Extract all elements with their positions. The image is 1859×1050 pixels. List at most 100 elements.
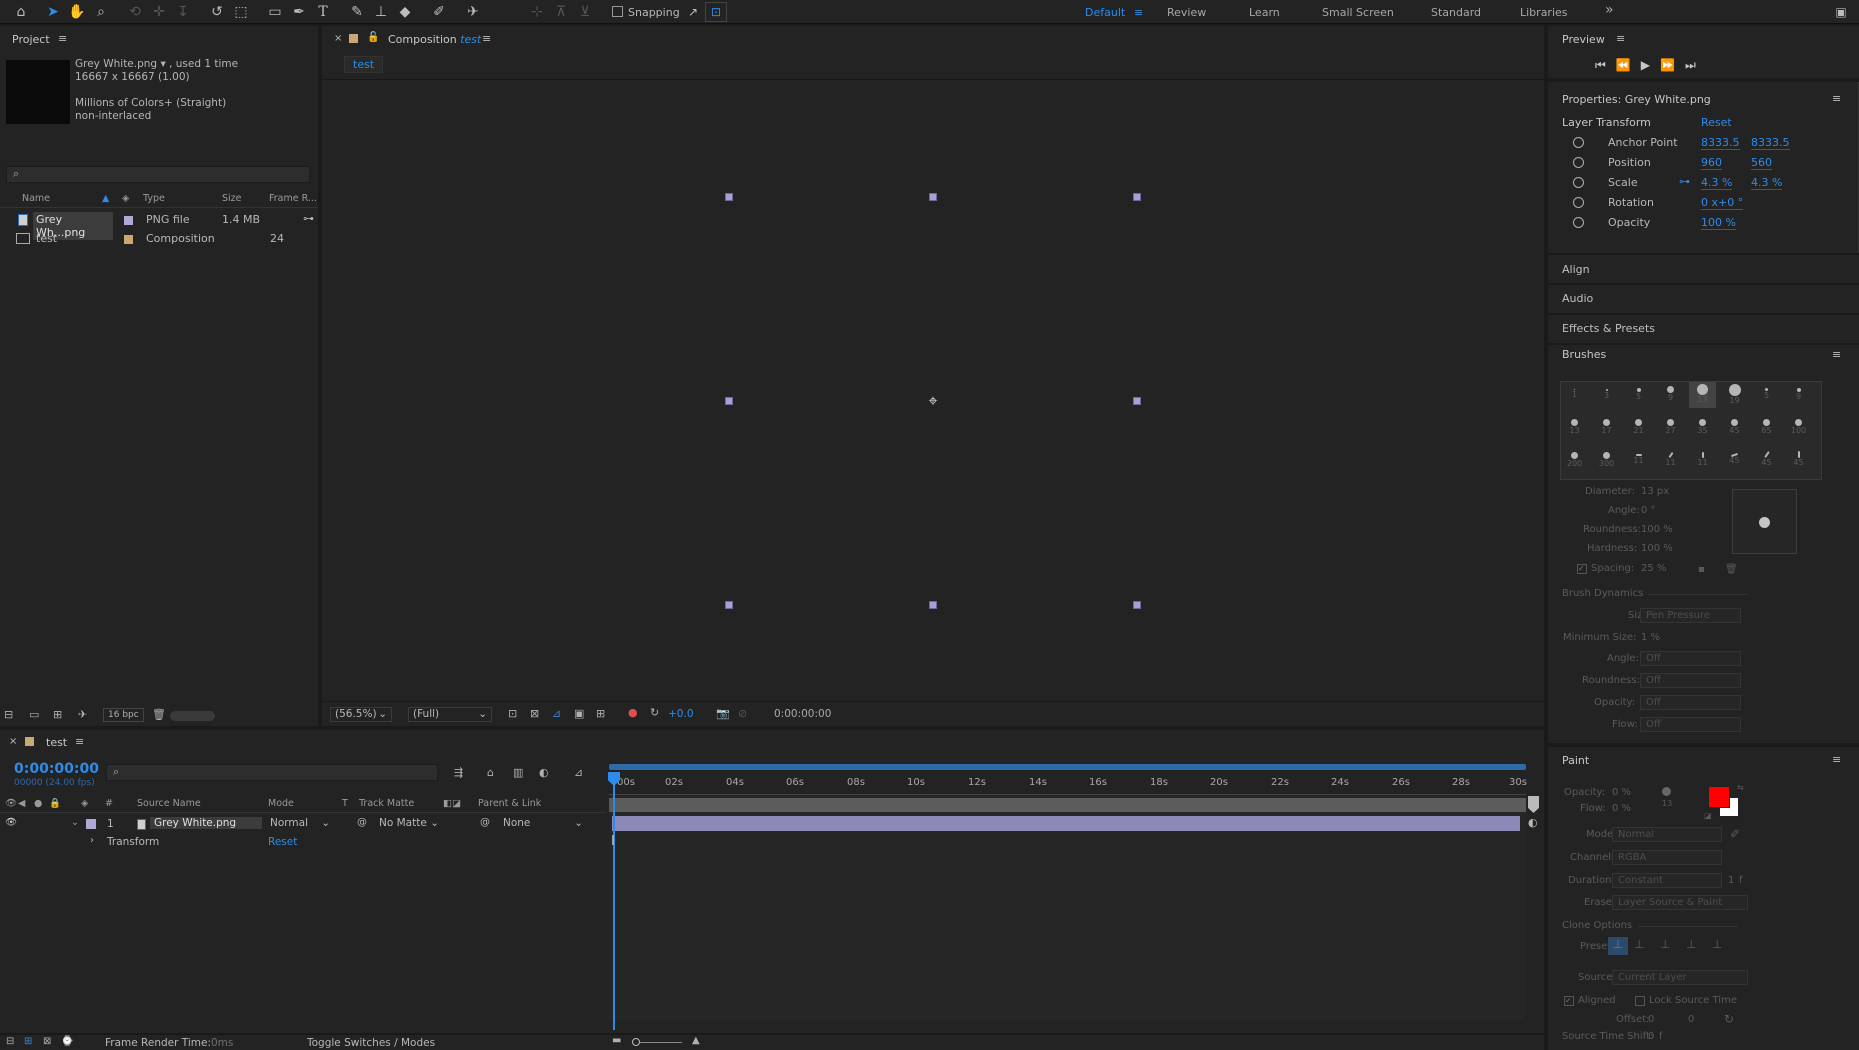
layer-handle[interactable] [1133, 193, 1141, 201]
col-source-name[interactable]: Source Name [137, 798, 201, 809]
zoom-out-icon[interactable]: ▬ [612, 1035, 621, 1046]
label-color-swatch[interactable] [124, 235, 133, 244]
project-panel-title[interactable]: Project [12, 33, 50, 46]
first-frame-icon[interactable]: ⏮ [1595, 58, 1616, 72]
show-snapshot-icon[interactable]: ⊘ [738, 707, 747, 720]
brush-tip[interactable]: 27 [1657, 415, 1684, 441]
workspace-small-screen[interactable]: Small Screen [1322, 6, 1394, 19]
layer-transform-reset[interactable]: Reset [1701, 116, 1732, 129]
col-name[interactable]: Name [22, 193, 50, 204]
render-time-icon[interactable]: ⌚ [61, 1036, 73, 1047]
comp-panel-menu-icon[interactable]: ≡ [482, 32, 491, 45]
properties-menu-icon[interactable]: ≡ [1832, 92, 1841, 105]
expand-transform-icon[interactable]: › [90, 835, 94, 846]
workspace-standard[interactable]: Standard [1431, 6, 1481, 19]
layer-label-swatch[interactable] [86, 819, 96, 829]
eraser-tool-icon[interactable]: ◆ [394, 2, 416, 22]
dyn-angle-dropdown[interactable]: Off [1640, 651, 1741, 666]
anchor-point-icon[interactable]: ⌖ [924, 392, 942, 410]
reset-offset-icon[interactable]: ↻ [1724, 1012, 1734, 1026]
matte-icons[interactable]: ◧◪ [443, 798, 461, 809]
zoom-dropdown[interactable]: (56.5%) ⌄ [330, 707, 392, 722]
next-frame-icon[interactable]: ⏩ [1660, 58, 1685, 72]
workspace-review[interactable]: Review [1167, 6, 1206, 19]
col-type[interactable]: Type [143, 193, 165, 204]
effects-presets-title[interactable]: Effects & Presets [1562, 322, 1655, 335]
source-time-shift-value[interactable]: 0 [1648, 1031, 1654, 1042]
delete-brush-icon[interactable]: 🗑 [1725, 564, 1738, 575]
paint-flow-value[interactable]: 0 % [1612, 803, 1631, 814]
world-axis-icon[interactable]: ⊼ [550, 2, 572, 22]
layer-duration-bar[interactable] [612, 816, 1520, 831]
new-folder-icon[interactable]: ▭ [29, 708, 39, 721]
brush-tip[interactable]: 200 [1561, 448, 1588, 474]
stopwatch-icon[interactable] [1573, 197, 1584, 208]
brush-tip[interactable]: 45 [1721, 415, 1748, 441]
transparency-grid-icon[interactable]: ⊠ [530, 707, 539, 720]
stopwatch-icon[interactable] [1573, 157, 1584, 168]
paint-erase-dropdown[interactable]: Layer Source & Paint [1612, 895, 1748, 910]
brush-tip[interactable]: 45 [1721, 448, 1748, 474]
mask-visibility-icon[interactable]: ⊿ [552, 707, 561, 720]
zoom-tool-icon[interactable]: ⌕ [90, 2, 112, 22]
rotation-tool-icon[interactable]: ↺ [206, 2, 228, 22]
zoom-slider-thumb[interactable] [632, 1038, 640, 1046]
preview-panel-title[interactable]: Preview [1562, 33, 1605, 46]
type-tool-icon[interactable]: T [312, 2, 334, 22]
brush-tip[interactable]: 19 [1721, 382, 1748, 408]
brush-tip[interactable]: 13 [1561, 415, 1588, 441]
layer-name[interactable]: Grey White.png [150, 817, 262, 829]
aligned-checkbox[interactable]: ✓ [1564, 996, 1574, 1006]
offset-x-value[interactable]: 0 [1648, 1014, 1654, 1025]
brush-tip[interactable]: 100 [1785, 415, 1812, 441]
axis-mode-icon[interactable]: ⊹ [526, 2, 548, 22]
lock-source-time-checkbox[interactable] [1635, 996, 1645, 1006]
project-panel-menu-icon[interactable]: ≡ [58, 32, 67, 45]
align-panel-title[interactable]: Align [1562, 263, 1590, 276]
layer-handle[interactable] [725, 193, 733, 201]
col-t[interactable]: T [342, 798, 348, 809]
stopwatch-icon[interactable] [1573, 217, 1584, 228]
brush-tip[interactable]: 300 [1593, 448, 1620, 474]
layer-handle[interactable] [1133, 397, 1141, 405]
workspace-overflow-icon[interactable]: » [1605, 2, 1614, 18]
guides-icon[interactable]: ⊞ [596, 707, 605, 720]
timeline-search-input[interactable]: ⌕ [106, 764, 438, 781]
swap-colors-icon[interactable]: ⇆ [1737, 783, 1744, 792]
property-value[interactable]: 4.3 % [1751, 176, 1783, 190]
paint-channels-dropdown[interactable]: RGBA [1612, 850, 1722, 865]
workspace-libraries[interactable]: Libraries [1520, 6, 1568, 19]
brush-tip[interactable]: 5 [1625, 382, 1652, 408]
brush-tip[interactable]: 11 [1625, 448, 1652, 474]
audio-panel-title[interactable]: Audio [1562, 292, 1593, 305]
bpc-button[interactable]: 16 bpc [103, 708, 144, 722]
roundness-value[interactable]: 100 % [1641, 524, 1673, 535]
property-value[interactable]: 8333.5 [1751, 136, 1790, 150]
paint-title[interactable]: Paint [1562, 754, 1589, 767]
paint-duration-frames[interactable]: 1 [1728, 875, 1734, 886]
brushes-menu-icon[interactable]: ≡ [1832, 348, 1841, 361]
brush-tool-icon[interactable]: ✎ [346, 2, 368, 22]
project-row[interactable]: test Composition 24 [0, 230, 318, 249]
toggle-switches-modes[interactable]: Toggle Switches / Modes [307, 1037, 435, 1049]
paint-opacity-value[interactable]: 0 % [1612, 787, 1631, 798]
last-frame-icon[interactable]: ⏭ [1685, 58, 1706, 72]
brush-tip[interactable]: 17 [1593, 415, 1620, 441]
brush-tip[interactable]: 11 [1657, 448, 1684, 474]
dyn-opacity-dropdown[interactable]: Off [1640, 695, 1741, 710]
label-color-swatch[interactable] [124, 216, 133, 225]
brushes-title[interactable]: Brushes [1562, 348, 1606, 361]
property-value[interactable]: 8333.5 [1701, 136, 1740, 150]
comp-tab-prefix[interactable]: Composition [388, 33, 457, 46]
brush-tip[interactable]: 21 [1625, 415, 1652, 441]
audio-panel[interactable]: Audio [1548, 285, 1859, 313]
dyn-min-size-value[interactable]: 1 % [1641, 632, 1660, 643]
puppet-pin-icon[interactable]: ✈ [462, 2, 484, 22]
spacing-value[interactable]: 25 % [1641, 563, 1666, 574]
col-frame-rate[interactable]: Frame R... [269, 193, 317, 204]
brush-tip[interactable]: 9 [1785, 382, 1812, 408]
brush-tip-selected[interactable]: 13 [1689, 382, 1716, 408]
selection-tool-icon[interactable]: ➤ [42, 2, 64, 22]
orbit-camera-icon[interactable]: ⟲ [124, 2, 146, 22]
view-axis-icon[interactable]: ⊻ [574, 2, 596, 22]
